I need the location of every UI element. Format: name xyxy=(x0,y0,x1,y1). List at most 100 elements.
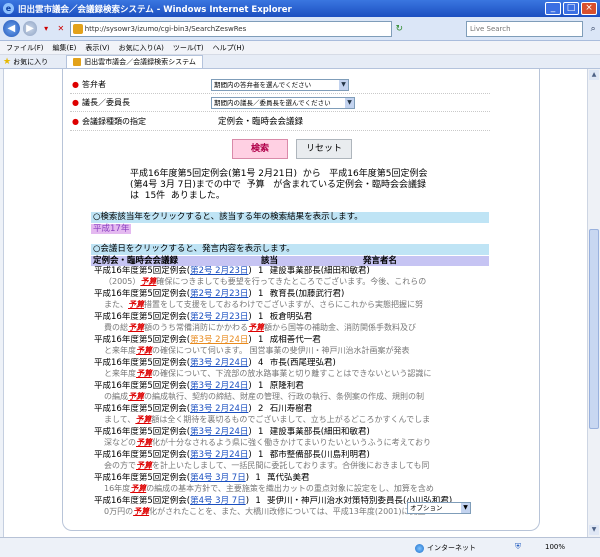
speaker-name: 建設事業部長(細田和敏君) xyxy=(269,266,370,276)
meeting-name: 平成16年度第5回定例会 xyxy=(94,450,187,460)
chevron-down-icon: ▼ xyxy=(339,80,348,90)
zoom-level[interactable]: 100% xyxy=(545,543,565,551)
meeting-date-link[interactable]: 第3号 2月24日 xyxy=(190,404,248,414)
address-input[interactable]: http://sysowr3/izumo/cgi-bin3/SearchZesw… xyxy=(69,20,393,37)
status-bar: インターネット ⛨ 100% xyxy=(0,537,600,557)
snippet: （2005）予算確保につきましても要望を行ってきたところでございます。今後、これ… xyxy=(104,277,489,287)
meeting-date-link[interactable]: 第4号 3月 7日 xyxy=(190,473,246,483)
hit-count: 1 xyxy=(258,312,264,322)
speaker-name: 教育長(加藤武行君) xyxy=(269,289,345,299)
hit-count: 1 xyxy=(258,266,264,276)
hit-count: 4 xyxy=(258,358,264,368)
option-select[interactable]: オプション ▼ xyxy=(407,502,471,514)
hit-count: 1 xyxy=(258,335,264,345)
respondent-label: 答弁者 xyxy=(81,80,106,89)
bullet-icon: ● xyxy=(72,117,79,126)
snippet-text: 額のうち常備消防にかかわる xyxy=(144,323,248,332)
divider xyxy=(70,130,490,131)
meeting-name: 平成16年度第5回定例会 xyxy=(94,404,187,414)
menu-file[interactable]: ファイル(F) xyxy=(6,43,44,53)
reset-button[interactable]: リセット xyxy=(296,139,352,159)
table-row: 平成16年度第5回定例会(第2号 2月23日) 1 建設事業部長(細田和敏君) xyxy=(94,266,370,276)
year-link[interactable]: 平成17年 xyxy=(91,224,132,234)
stop-icon[interactable]: ✕ xyxy=(55,23,67,35)
year-notice: ○検索該当年をクリックすると、該当する年の検索結果を表示します。 xyxy=(91,212,489,223)
tab-active[interactable]: 旧出雲市議会／会議録検索システム xyxy=(66,55,203,68)
snippet: 16年度予算の編成の基本方針で、主要施策を織出カットの重点対象に設定をし、加算を… xyxy=(104,484,489,494)
meeting-date-link[interactable]: 第4号 3月 7日 xyxy=(190,496,246,506)
snippet-text: 16年度 xyxy=(104,484,131,493)
refresh-icon[interactable]: ↻ xyxy=(395,24,403,34)
menu-help[interactable]: ヘルプ(H) xyxy=(213,43,245,53)
globe-icon xyxy=(415,543,424,553)
keyword-highlight: 予算 xyxy=(136,438,152,447)
search-input[interactable]: Live Search xyxy=(465,20,584,37)
snippet: 深などの予算化が十分なされるよう県に強く働きかけてまいりたいというふうに考えてお… xyxy=(104,438,489,448)
menu-favorites[interactable]: お気に入り(A) xyxy=(119,43,164,53)
keyword-highlight: 予算 xyxy=(136,369,152,378)
menu-tools[interactable]: ツール(T) xyxy=(173,43,204,53)
snippet-text: （2005） xyxy=(104,277,141,286)
col-header-count: 該当 xyxy=(261,256,279,266)
results-header: 定例会・臨時会会議録 該当 発言者名 xyxy=(91,256,489,266)
table-row: 平成16年度第5回定例会(第3号 2月24日) 1 都市整備部長(川島利明君) xyxy=(94,450,370,460)
speaker-name: 板倉明弘君 xyxy=(269,312,313,322)
speaker-name: 都市整備部長(川島利明君) xyxy=(269,450,370,460)
forward-button[interactable]: ▶ xyxy=(22,21,38,36)
close-button[interactable]: × xyxy=(581,2,597,15)
col-header-speaker: 発言者名 xyxy=(363,256,398,266)
meeting-date-link[interactable]: 第2号 2月23日 xyxy=(190,266,248,276)
snippet-text: 確保につきましても要望を行ってきたところでございます。今後、これらの xyxy=(156,277,427,286)
search-icon[interactable]: ⌕ xyxy=(586,22,600,36)
minimize-button[interactable]: _ xyxy=(545,2,561,15)
hit-count: 1 xyxy=(255,496,261,506)
scroll-up-icon[interactable]: ▲ xyxy=(589,70,599,80)
result-summary: 平成16年度第5回定例会(第1号 2月21日) から 平成16年度第5回定例会 … xyxy=(130,169,428,201)
keyword-highlight: 予算 xyxy=(135,415,152,424)
keyword-highlight: 予算 xyxy=(136,346,152,355)
menu-edit[interactable]: 編集(E) xyxy=(53,43,77,53)
menu-view[interactable]: 表示(V) xyxy=(85,43,109,53)
meeting-name: 平成16年度第5回定例会 xyxy=(94,335,187,345)
speaker-name: 石川寿樹君 xyxy=(269,404,313,414)
search-button[interactable]: 検索 xyxy=(232,139,288,159)
address-toolbar: ◀ ▶ ▾ ✕ http://sysowr3/izumo/cgi-bin3/Se… xyxy=(0,17,600,41)
table-row: 平成16年度第5回定例会(第3号 2月24日) 1 成相善代一君 xyxy=(94,335,321,345)
table-row: 平成16年度第5回定例会(第3号 2月24日) 1 建設事業部長(細田和敏君) xyxy=(94,427,370,437)
meeting-name: 平成16年度第5回定例会 xyxy=(94,381,187,391)
scroll-down-icon[interactable]: ▼ xyxy=(589,525,599,535)
favorites-button[interactable]: ★ お気に入り xyxy=(3,57,48,67)
ie-logo-icon: e xyxy=(3,3,14,14)
snippet-text: 化が十分なされるよう県に強く働きかけてまいりたいというふうに考えており xyxy=(152,438,431,447)
meeting-date-link[interactable]: 第3号 2月24日 xyxy=(190,450,248,460)
meeting-name: 平成16年度第5回定例会 xyxy=(94,496,187,506)
snippet-text: まして、 xyxy=(104,415,136,424)
keyword-highlight: 予算 xyxy=(133,507,150,516)
meeting-date-link[interactable]: 第3号 2月24日 xyxy=(190,335,248,345)
meeting-date-link[interactable]: 第3号 2月24日 xyxy=(190,427,248,437)
snippet: の編成予算の編成執行、契約の締結、財産の管理、行政の執行、条例案の作成、規則の制 xyxy=(104,392,489,402)
snippet-text: 費の総 xyxy=(104,323,128,332)
form-row-chair: ● 議長／委員長 xyxy=(72,97,130,108)
vertical-scrollbar[interactable]: ▲ ▼ xyxy=(587,69,600,537)
snippet-text: 化がされたことを、また、大橋川改修については、平成13年度(2001)に測量 xyxy=(149,507,426,516)
meeting-date-link[interactable]: 第2号 2月23日 xyxy=(190,312,248,322)
recent-pages-button[interactable]: ▾ xyxy=(40,23,52,35)
maximize-button[interactable]: □ xyxy=(563,2,579,15)
keyword-highlight: 予算 xyxy=(248,323,264,332)
page-content: ● 答弁者 期間内の答弁者を選んでください ▼ ● 議長／委員長 期間内の議長／… xyxy=(0,69,600,537)
scroll-thumb[interactable] xyxy=(589,229,599,429)
back-button[interactable]: ◀ xyxy=(3,20,20,37)
star-icon: ★ xyxy=(3,56,12,67)
speaker-name: 市長(西尾理弘君) xyxy=(269,358,336,368)
protected-mode-icon[interactable]: ⛨ xyxy=(515,542,521,552)
meeting-date-link[interactable]: 第3号 2月24日 xyxy=(190,358,248,368)
meeting-date-link[interactable]: 第2号 2月23日 xyxy=(190,289,248,299)
meeting-name: 平成16年度第5回定例会 xyxy=(94,473,187,483)
respondent-select[interactable]: 期間内の答弁者を選んでください ▼ xyxy=(211,79,349,91)
meeting-name: 平成16年度第5回定例会 xyxy=(94,266,187,276)
speaker-name: 原隆利君 xyxy=(269,381,304,391)
hit-count: 2 xyxy=(258,404,264,414)
meeting-date-link[interactable]: 第3号 2月24日 xyxy=(190,381,248,391)
chair-select[interactable]: 期間内の議長／委員長を選んでください ▼ xyxy=(211,97,355,109)
